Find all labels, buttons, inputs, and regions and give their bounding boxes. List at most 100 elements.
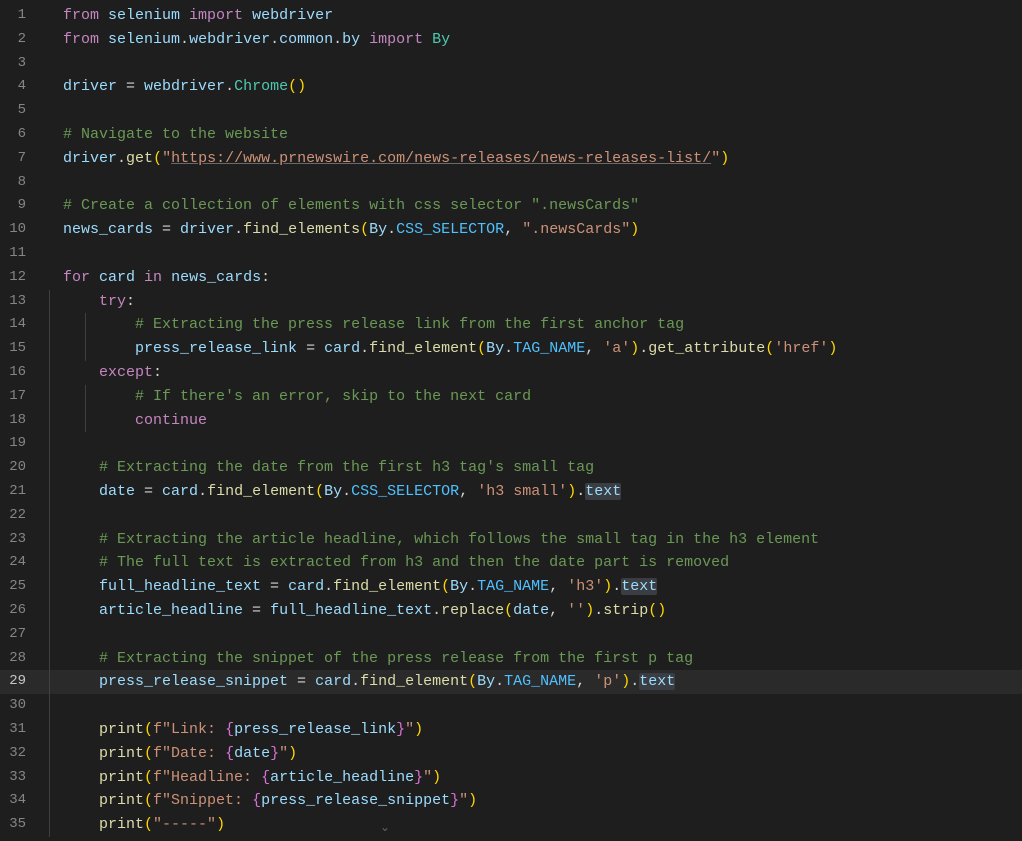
code-line[interactable]: 31 print(f"Link: {press_release_link}") [0, 718, 1022, 742]
line-number[interactable]: 30 [0, 694, 36, 718]
line-content[interactable]: print(f"Date: {date}") [36, 742, 297, 766]
line-content[interactable]: # Extracting the press release link from… [36, 313, 684, 337]
line-number[interactable]: 31 [0, 718, 36, 742]
code-line[interactable]: 2 from selenium.webdriver.common.by impo… [0, 28, 1022, 52]
code-line[interactable]: 30 [0, 694, 1022, 718]
line-content[interactable]: # Extracting the article headline, which… [36, 528, 819, 552]
code-line[interactable]: 29 press_release_snippet = card.find_ele… [0, 670, 1022, 694]
line-number[interactable]: 25 [0, 575, 36, 599]
code-line[interactable]: 8 [0, 171, 1022, 195]
line-content[interactable]: news_cards = driver.find_elements(By.CSS… [36, 218, 639, 242]
line-number[interactable]: 13 [0, 290, 36, 314]
line-content[interactable] [36, 52, 63, 76]
line-content[interactable] [36, 99, 63, 123]
line-content[interactable]: try: [36, 290, 135, 314]
code-line[interactable]: 3 [0, 52, 1022, 76]
code-line[interactable]: 27 [0, 623, 1022, 647]
line-number[interactable]: 21 [0, 480, 36, 504]
line-number[interactable]: 35 [0, 813, 36, 837]
line-number[interactable]: 34 [0, 789, 36, 813]
line-number[interactable]: 28 [0, 647, 36, 671]
line-content[interactable] [36, 171, 63, 195]
code-line[interactable]: 16 except: [0, 361, 1022, 385]
code-line[interactable]: 35 print("-----") [0, 813, 1022, 837]
code-line[interactable]: 28 # Extracting the snippet of the press… [0, 647, 1022, 671]
line-number[interactable]: 23 [0, 528, 36, 552]
line-number[interactable]: 22 [0, 504, 36, 528]
line-content[interactable]: driver.get("https://www.prnewswire.com/n… [36, 147, 729, 171]
line-content[interactable]: # Create a collection of elements with c… [36, 194, 639, 218]
line-number[interactable]: 18 [0, 409, 36, 433]
line-number[interactable]: 4 [0, 75, 36, 99]
line-number[interactable]: 16 [0, 361, 36, 385]
code-line[interactable]: 18 continue [0, 409, 1022, 433]
line-number[interactable]: 32 [0, 742, 36, 766]
line-number[interactable]: 17 [0, 385, 36, 409]
line-number[interactable]: 12 [0, 266, 36, 290]
line-number[interactable]: 15 [0, 337, 36, 361]
line-content[interactable]: driver = webdriver.Chrome() [36, 75, 306, 99]
line-number[interactable]: 11 [0, 242, 36, 266]
line-number[interactable]: 9 [0, 194, 36, 218]
code-line[interactable]: 17 # If there's an error, skip to the ne… [0, 385, 1022, 409]
line-number[interactable]: 1 [0, 4, 36, 28]
line-content[interactable]: full_headline_text = card.find_element(B… [36, 575, 657, 599]
line-content[interactable]: continue [36, 409, 207, 433]
code-line[interactable]: 21 date = card.find_element(By.CSS_SELEC… [0, 480, 1022, 504]
line-number[interactable]: 20 [0, 456, 36, 480]
line-content[interactable]: press_release_link = card.find_element(B… [36, 337, 837, 361]
code-line[interactable]: 9 # Create a collection of elements with… [0, 194, 1022, 218]
line-content[interactable]: print(f"Snippet: {press_release_snippet}… [36, 789, 477, 813]
code-editor[interactable]: 1 from selenium import webdriver2 from s… [0, 0, 1022, 837]
code-line[interactable]: 26 article_headline = full_headline_text… [0, 599, 1022, 623]
code-line[interactable]: 13 try: [0, 290, 1022, 314]
line-number[interactable]: 14 [0, 313, 36, 337]
line-content[interactable]: except: [36, 361, 162, 385]
line-content[interactable]: # Navigate to the website [36, 123, 288, 147]
line-content[interactable] [36, 623, 63, 647]
line-content[interactable] [36, 432, 63, 456]
code-line[interactable]: 32 print(f"Date: {date}") [0, 742, 1022, 766]
code-line[interactable]: 1 from selenium import webdriver [0, 4, 1022, 28]
line-number[interactable]: 7 [0, 147, 36, 171]
line-number[interactable]: 27 [0, 623, 36, 647]
line-number[interactable]: 26 [0, 599, 36, 623]
line-content[interactable]: from selenium.webdriver.common.by import… [36, 28, 450, 52]
code-line[interactable]: 4 driver = webdriver.Chrome() [0, 75, 1022, 99]
line-content[interactable] [36, 504, 63, 528]
line-number[interactable]: 33 [0, 766, 36, 790]
line-number[interactable]: 24 [0, 551, 36, 575]
line-number[interactable]: 8 [0, 171, 36, 195]
code-line[interactable]: 7 driver.get("https://www.prnewswire.com… [0, 147, 1022, 171]
line-content[interactable]: print(f"Link: {press_release_link}") [36, 718, 423, 742]
line-content[interactable]: print("-----") [36, 813, 225, 837]
line-content[interactable]: # If there's an error, skip to the next … [36, 385, 531, 409]
line-number[interactable]: 19 [0, 432, 36, 456]
code-line[interactable]: 25 full_headline_text = card.find_elemen… [0, 575, 1022, 599]
line-content[interactable]: print(f"Headline: {article_headline}") [36, 766, 441, 790]
code-line[interactable]: 5 [0, 99, 1022, 123]
code-line[interactable]: 10 news_cards = driver.find_elements(By.… [0, 218, 1022, 242]
line-content[interactable] [36, 694, 63, 718]
code-line[interactable]: 33 print(f"Headline: {article_headline}"… [0, 766, 1022, 790]
code-line[interactable]: 22 [0, 504, 1022, 528]
line-number[interactable]: 3 [0, 52, 36, 76]
line-content[interactable]: # Extracting the date from the first h3 … [36, 456, 594, 480]
code-line[interactable]: 15 press_release_link = card.find_elemen… [0, 337, 1022, 361]
code-line[interactable]: 12 for card in news_cards: [0, 266, 1022, 290]
code-line[interactable]: 6 # Navigate to the website [0, 123, 1022, 147]
line-content[interactable]: for card in news_cards: [36, 266, 270, 290]
line-number[interactable]: 10 [0, 218, 36, 242]
line-number[interactable]: 5 [0, 99, 36, 123]
line-content[interactable]: # Extracting the snippet of the press re… [36, 647, 693, 671]
line-number[interactable]: 29 [0, 670, 36, 694]
line-number[interactable]: 2 [0, 28, 36, 52]
code-line[interactable]: 34 print(f"Snippet: {press_release_snipp… [0, 789, 1022, 813]
line-content[interactable]: article_headline = full_headline_text.re… [36, 599, 666, 623]
line-content[interactable]: # The full text is extracted from h3 and… [36, 551, 729, 575]
code-line[interactable]: 23 # Extracting the article headline, wh… [0, 528, 1022, 552]
code-line[interactable]: 19 [0, 432, 1022, 456]
code-line[interactable]: 24 # The full text is extracted from h3 … [0, 551, 1022, 575]
line-content[interactable]: from selenium import webdriver [36, 4, 333, 28]
line-number[interactable]: 6 [0, 123, 36, 147]
